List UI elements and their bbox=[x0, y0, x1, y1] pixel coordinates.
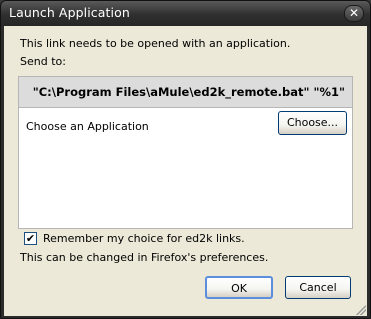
choose-button-label: Choose... bbox=[286, 116, 339, 129]
handler-command-path: "C:\Program Files\aMule\ed2k_remote.bat"… bbox=[32, 85, 345, 99]
title-bar[interactable]: Launch Application ✕ bbox=[1, 1, 370, 26]
application-list[interactable]: Choose an Application Choose... bbox=[18, 107, 353, 229]
dialog-message: This link needs to be opened with an app… bbox=[20, 37, 291, 50]
choose-button[interactable]: Choose... bbox=[278, 111, 347, 135]
selected-handler-item[interactable]: "C:\Program Files\aMule\ed2k_remote.bat"… bbox=[18, 76, 353, 107]
cancel-button-label: Cancel bbox=[299, 281, 337, 294]
ok-button-label: OK bbox=[231, 282, 247, 295]
choose-application-label: Choose an Application bbox=[26, 120, 149, 133]
send-to-label: Send to: bbox=[20, 55, 66, 68]
dialog-body: This link needs to be opened with an app… bbox=[4, 26, 367, 316]
remember-choice-label[interactable]: Remember my choice for ed2k links. bbox=[43, 232, 245, 245]
checkmark-icon: ✔ bbox=[25, 232, 36, 245]
preferences-note: This can be changed in Firefox's prefere… bbox=[20, 251, 269, 264]
window-title: Launch Application bbox=[9, 5, 130, 20]
close-icon: ✕ bbox=[348, 6, 360, 20]
ok-button[interactable]: OK bbox=[205, 276, 273, 299]
remember-choice-checkbox[interactable]: ✔ bbox=[24, 232, 37, 245]
close-button[interactable]: ✕ bbox=[344, 5, 364, 22]
launch-application-dialog: Launch Application ✕ This link needs to … bbox=[0, 0, 371, 319]
cancel-button[interactable]: Cancel bbox=[285, 276, 351, 299]
resize-grip-icon[interactable] bbox=[356, 305, 366, 315]
